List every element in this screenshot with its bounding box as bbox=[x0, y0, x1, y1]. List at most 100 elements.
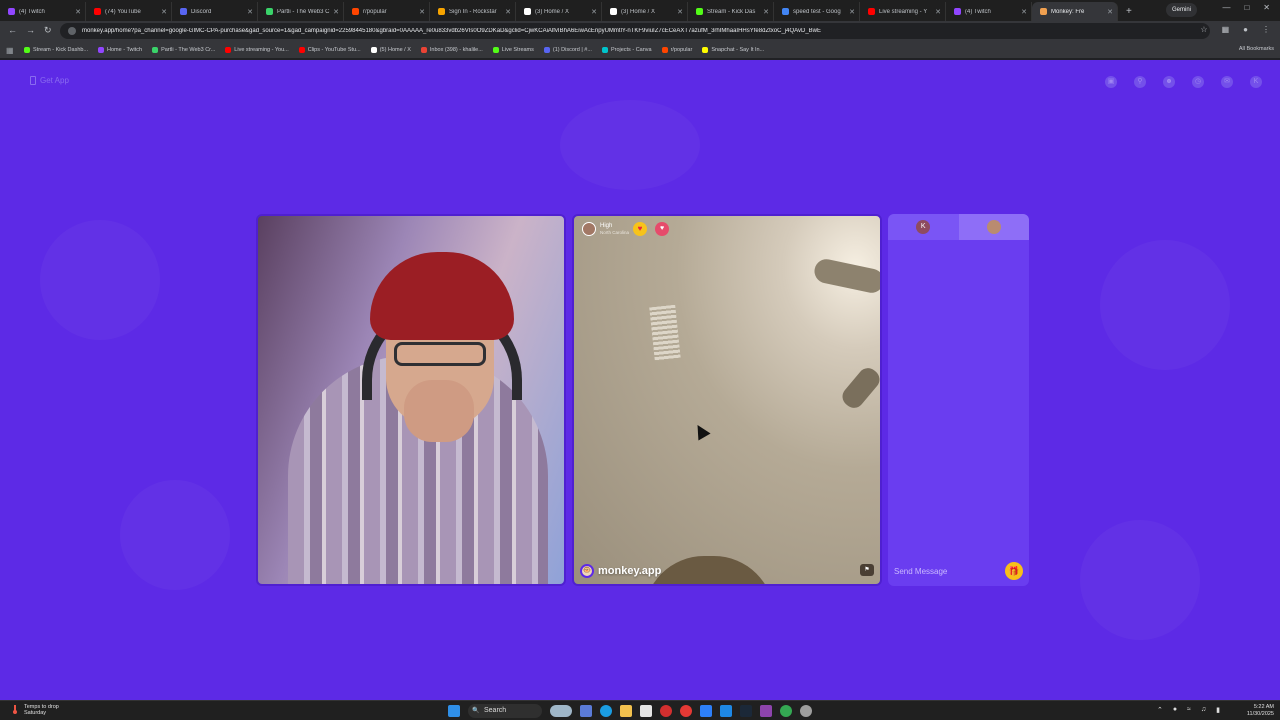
gemini-button[interactable]: Gemini bbox=[1166, 3, 1198, 17]
bookmark-item[interactable]: (1) Discord | #... bbox=[543, 46, 592, 53]
bookmark-item[interactable]: Projects - Canva bbox=[601, 46, 652, 53]
new-tab-button[interactable]: + bbox=[1126, 2, 1132, 21]
battery-icon[interactable]: ▮ bbox=[1216, 706, 1220, 714]
clock-time: 5:22 AM bbox=[1253, 704, 1274, 710]
settings-icon[interactable] bbox=[800, 705, 812, 717]
shop-icon[interactable]: ▣ bbox=[1105, 76, 1117, 88]
tab-close-icon[interactable]: ✕ bbox=[505, 8, 511, 16]
history-icon[interactable]: ◷ bbox=[1192, 76, 1204, 88]
capcut-icon[interactable] bbox=[760, 705, 772, 717]
browser-tab[interactable]: (4) Twitch ✕ bbox=[0, 2, 86, 21]
bookmark-item[interactable]: Clips - YouTube Stu... bbox=[298, 46, 361, 53]
tab-label: Stream - Kick Das bbox=[707, 8, 756, 15]
bookmark-item[interactable]: Home - Twitch bbox=[98, 46, 142, 53]
tray-app-icon[interactable]: ● bbox=[1173, 706, 1177, 714]
bookmark-item[interactable]: (5) Home / X bbox=[370, 46, 411, 53]
extensions-icon[interactable]: ▦ bbox=[1222, 25, 1230, 34]
tab-close-icon[interactable]: ✕ bbox=[1107, 8, 1113, 16]
report-icon[interactable]: ⚑ bbox=[860, 564, 874, 576]
browser-tab[interactable]: Sign In - Rockstar ✕ bbox=[430, 2, 516, 21]
clock[interactable]: 5:22 AM 11/30/2025 bbox=[1247, 704, 1274, 718]
tab-close-icon[interactable]: ✕ bbox=[333, 8, 339, 16]
windows-taskbar: Temps to drop Saturday Search ⌃ ● ≈ ♫ ▮ … bbox=[0, 700, 1280, 720]
all-bookmarks-link[interactable]: All Bookmarks bbox=[1239, 46, 1274, 52]
friends-icon[interactable]: ☻ bbox=[1163, 76, 1175, 88]
tab-close-icon[interactable]: ✕ bbox=[419, 8, 425, 16]
remote-user-tag[interactable]: High North Carolina ♥ ♥ bbox=[582, 222, 670, 236]
calculator-icon[interactable] bbox=[700, 705, 712, 717]
address-bar[interactable]: monkey.app/home?pa_channel=google-GIMC-C… bbox=[60, 23, 1210, 39]
bookmark-star-icon[interactable]: ☆ bbox=[1200, 25, 1207, 34]
edge-icon[interactable] bbox=[600, 705, 612, 717]
browser-tab[interactable]: Monkey: Fre ✕ bbox=[1032, 2, 1118, 21]
add-friend-icon[interactable]: ♥ bbox=[655, 222, 670, 236]
browser-tab[interactable]: (4) Twitch ✕ bbox=[946, 2, 1032, 21]
apps-grid-icon[interactable]: ▦ bbox=[6, 46, 14, 55]
search-icon[interactable]: ⚲ bbox=[1134, 76, 1146, 88]
tab-close-icon[interactable]: ✕ bbox=[1021, 8, 1027, 16]
gift-icon[interactable]: 🎁 bbox=[1005, 562, 1023, 580]
bookmark-item[interactable]: Live Streams bbox=[492, 46, 534, 53]
browser-tab[interactable]: r/popular ✕ bbox=[344, 2, 430, 21]
site-info-icon[interactable] bbox=[68, 27, 76, 35]
tab-close-icon[interactable]: ✕ bbox=[935, 8, 941, 16]
remote-user-info: High North Carolina bbox=[600, 223, 629, 235]
browser-tab[interactable]: (3) Home / X ✕ bbox=[602, 2, 688, 21]
maximize-icon[interactable]: □ bbox=[1244, 3, 1249, 12]
browser-tab[interactable]: Discord ✕ bbox=[172, 2, 258, 21]
get-app-link[interactable]: Get App bbox=[30, 76, 69, 85]
start-icon[interactable] bbox=[448, 705, 460, 717]
file-explorer-icon[interactable] bbox=[620, 705, 632, 717]
back-icon[interactable]: ← bbox=[8, 25, 17, 35]
chat-tab-self[interactable]: K bbox=[888, 214, 959, 240]
browser-tab[interactable]: Partli - The Web3 C ✕ bbox=[258, 2, 344, 21]
local-video bbox=[256, 214, 566, 586]
browser-tab[interactable]: speed test - Goog ✕ bbox=[774, 2, 860, 21]
store-icon[interactable] bbox=[640, 705, 652, 717]
volume-icon[interactable]: ♫ bbox=[1201, 706, 1206, 714]
browser-tab[interactable]: Stream - Kick Das ✕ bbox=[688, 2, 774, 21]
taskbar-search[interactable]: Search bbox=[468, 704, 542, 718]
bookmark-item[interactable]: r/popular bbox=[661, 46, 692, 53]
message-input[interactable] bbox=[894, 566, 1005, 576]
teams-icon[interactable] bbox=[580, 705, 592, 717]
tab-close-icon[interactable]: ✕ bbox=[75, 8, 81, 16]
browser-tab[interactable]: (74) YouTube ✕ bbox=[86, 2, 172, 21]
tray-chevron-icon[interactable]: ⌃ bbox=[1157, 706, 1163, 714]
minimize-icon[interactable]: — bbox=[1222, 3, 1230, 12]
tab-close-icon[interactable]: ✕ bbox=[591, 8, 597, 16]
tab-close-icon[interactable]: ✕ bbox=[849, 8, 855, 16]
tab-close-icon[interactable]: ✕ bbox=[763, 8, 769, 16]
toolbar-icons: ☆ ▦ ● ⋮ bbox=[1200, 25, 1270, 34]
browser-tab[interactable]: (3) Home / X ✕ bbox=[516, 2, 602, 21]
browser-tab[interactable]: Live streaming - Y ✕ bbox=[860, 2, 946, 21]
reload-icon[interactable]: ↻ bbox=[44, 25, 52, 36]
bookmark-item[interactable]: Snapchat - Say It In... bbox=[702, 46, 764, 53]
tab-close-icon[interactable]: ✕ bbox=[677, 8, 683, 16]
profile-avatar-icon[interactable]: K bbox=[1250, 76, 1262, 88]
tab-close-icon[interactable]: ✕ bbox=[247, 8, 253, 16]
window-controls: — □ ✕ bbox=[1222, 3, 1270, 12]
tab-close-icon[interactable]: ✕ bbox=[161, 8, 167, 16]
messages-icon[interactable]: ✉ bbox=[1221, 76, 1233, 88]
bookmark-item[interactable]: Partli - The Web3 Cr... bbox=[152, 46, 215, 53]
bookmark-item[interactable]: Inbox (398) - khalile... bbox=[420, 46, 483, 53]
top-nav-icons: ▣ ⚲ ☻ ◷ ✉ K bbox=[1105, 76, 1262, 88]
forward-icon[interactable]: → bbox=[26, 25, 35, 35]
opera-icon[interactable] bbox=[660, 705, 672, 717]
youtube-icon[interactable] bbox=[680, 705, 692, 717]
wifi-icon[interactable]: ≈ bbox=[1187, 706, 1191, 714]
chrome-icon[interactable] bbox=[780, 705, 792, 717]
widgets-icon[interactable] bbox=[550, 705, 572, 717]
close-icon[interactable]: ✕ bbox=[1263, 3, 1270, 12]
profile-icon[interactable]: ● bbox=[1243, 25, 1248, 34]
bookmark-item[interactable]: Stream - Kick Dashb... bbox=[24, 46, 88, 53]
bookmark-item[interactable]: Live streaming - You... bbox=[225, 46, 289, 53]
menu-icon[interactable]: ⋮ bbox=[1262, 25, 1270, 34]
chat-header: K bbox=[888, 214, 1029, 240]
steam-icon[interactable] bbox=[740, 705, 752, 717]
weather-widget[interactable]: Temps to drop Saturday bbox=[10, 704, 59, 716]
app-icon[interactable] bbox=[720, 705, 732, 717]
chat-tab-remote[interactable] bbox=[958, 214, 1029, 240]
heart-icon[interactable]: ♥ bbox=[633, 222, 648, 236]
